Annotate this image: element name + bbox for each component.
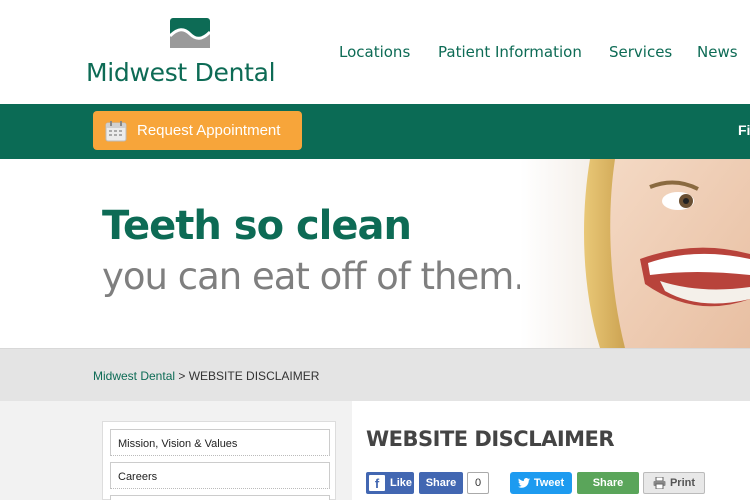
request-appointment-label: Request Appointment [137, 122, 281, 139]
content-area: Mission, Vision & Values Careers WEBSITE… [0, 401, 750, 500]
hero-subheadline: you can eat off of them. [102, 255, 525, 298]
breadcrumb: Midwest Dental > WEBSITE DISCLAIMER [93, 369, 319, 383]
main-nav: Locations Patient Information Services N… [0, 43, 750, 63]
facebook-share-button[interactable]: Share [419, 472, 463, 494]
sidebar-item-next[interactable] [110, 495, 330, 500]
find-link-cut-off[interactable]: Fi [738, 122, 750, 138]
breadcrumb-home-link[interactable]: Midwest Dental [93, 369, 175, 383]
print-label: Print [669, 477, 696, 489]
breadcrumb-current: WEBSITE DISCLAIMER [188, 369, 320, 383]
print-button[interactable]: Print [643, 472, 705, 494]
tweet-button[interactable]: Tweet [510, 472, 572, 494]
facebook-like-button[interactable]: f Like [366, 472, 414, 494]
hero-headline: Teeth so clean [102, 203, 412, 249]
twitter-bird-icon [517, 478, 530, 488]
share-button[interactable]: Share [577, 472, 639, 494]
like-label: Like [390, 477, 413, 489]
nav-news[interactable]: News [697, 43, 738, 61]
smiling-woman-photo [520, 159, 750, 348]
printer-icon [653, 477, 666, 489]
nav-locations[interactable]: Locations [339, 43, 410, 61]
page-title: WEBSITE DISCLAIMER [366, 427, 615, 451]
facebook-icon: f [369, 475, 385, 491]
nav-patient-information[interactable]: Patient Information [438, 43, 582, 61]
breadcrumb-separator: > [175, 369, 189, 383]
sidebar-nav: Mission, Vision & Values Careers [102, 421, 336, 500]
tweet-label: Tweet [533, 477, 565, 489]
main-content: WEBSITE DISCLAIMER f Like Share 0 Tweet … [352, 401, 750, 500]
nav-services[interactable]: Services [609, 43, 672, 61]
request-appointment-button[interactable]: Request Appointment [93, 111, 302, 150]
sidebar-item-mission[interactable]: Mission, Vision & Values [110, 429, 330, 456]
action-bar: Request Appointment Fi [0, 104, 750, 159]
hero-banner: Teeth so clean you can eat off of them. [0, 159, 750, 348]
site-header: Midwest Dental Locations Patient Informa… [0, 0, 750, 104]
calendar-icon [105, 120, 127, 141]
sidebar-item-careers[interactable]: Careers [110, 462, 330, 489]
share-count: 0 [467, 472, 489, 494]
breadcrumb-bar: Midwest Dental > WEBSITE DISCLAIMER [0, 348, 750, 401]
